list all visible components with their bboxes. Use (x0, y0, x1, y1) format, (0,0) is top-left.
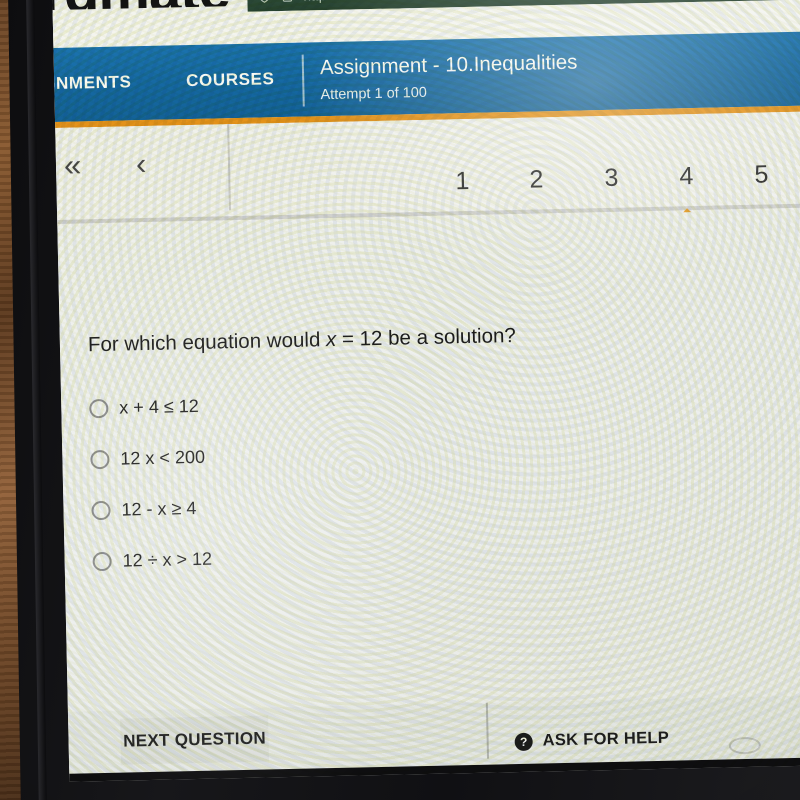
url-prefix: https://wca. (303, 0, 373, 3)
radio-button-4[interactable] (92, 551, 112, 572)
next-question-button[interactable]: NEXT QUESTION (120, 715, 270, 765)
radio-button-3[interactable] (91, 500, 111, 521)
answer-choice-4[interactable]: 12 ÷ x > 12 (92, 524, 653, 587)
answer-label-3: 12 - x ≥ 4 (121, 497, 197, 520)
question-number-2[interactable]: 2 (518, 165, 555, 195)
ask-for-help-label: ASK FOR HELP (542, 728, 670, 750)
answer-label-1: x + 4 ≤ 12 (119, 395, 199, 418)
answer-label-4: 12 ÷ x > 12 (122, 548, 213, 571)
help-question-icon: ? (514, 732, 533, 751)
nav-item-courses[interactable]: COURSES (186, 69, 275, 91)
answer-choices: x + 4 ≤ 12 12 x < 200 12 - x ≥ 4 12 ÷ x … (89, 371, 653, 587)
radio-button-2[interactable] (90, 449, 110, 470)
answer-label-2: 12 x < 200 (120, 446, 206, 469)
question-nav: « ‹ 1 2 3 4 5 (55, 111, 800, 226)
prompt-after: = 12 be a solution? (336, 323, 517, 351)
question-nav-arrows: « ‹ (55, 124, 229, 226)
question-body: For which equation would x = 12 be a sol… (57, 209, 800, 712)
ask-for-help-button[interactable]: ? ASK FOR HELP (514, 729, 669, 751)
screen-smudge (728, 736, 762, 755)
header-divider (301, 54, 305, 107)
device-screen: rgmate https://wca.sooschools.com/owsoo/… (52, 0, 800, 782)
lock-icon (282, 0, 293, 2)
photo-of-screen: rgmate https://wca.sooschools.com/owsoo/… (0, 0, 800, 800)
shield-icon (259, 0, 270, 3)
previous-question-button[interactable]: ‹ (136, 146, 147, 181)
question-number-4[interactable]: 4 (668, 162, 705, 192)
question-number-3[interactable]: 3 (593, 163, 630, 193)
prompt-before: For which equation would (87, 328, 327, 357)
assignment-title: Assignment - 10.Inequalities (319, 50, 578, 80)
next-question-label: NEXT QUESTION (122, 728, 267, 751)
radio-button-1[interactable] (89, 398, 109, 419)
question-prompt: For which equation would x = 12 be a sol… (88, 318, 708, 359)
url-domain: sooschools.com (373, 0, 481, 2)
question-number-5[interactable]: 5 (743, 160, 780, 190)
footer-divider (485, 702, 490, 759)
first-question-button[interactable]: « (64, 147, 82, 182)
nav-item-assignments[interactable]: GNMENTS (52, 72, 132, 94)
attempt-counter: Attempt 1 of 100 (320, 84, 428, 104)
question-number-1[interactable]: 1 (444, 167, 481, 197)
